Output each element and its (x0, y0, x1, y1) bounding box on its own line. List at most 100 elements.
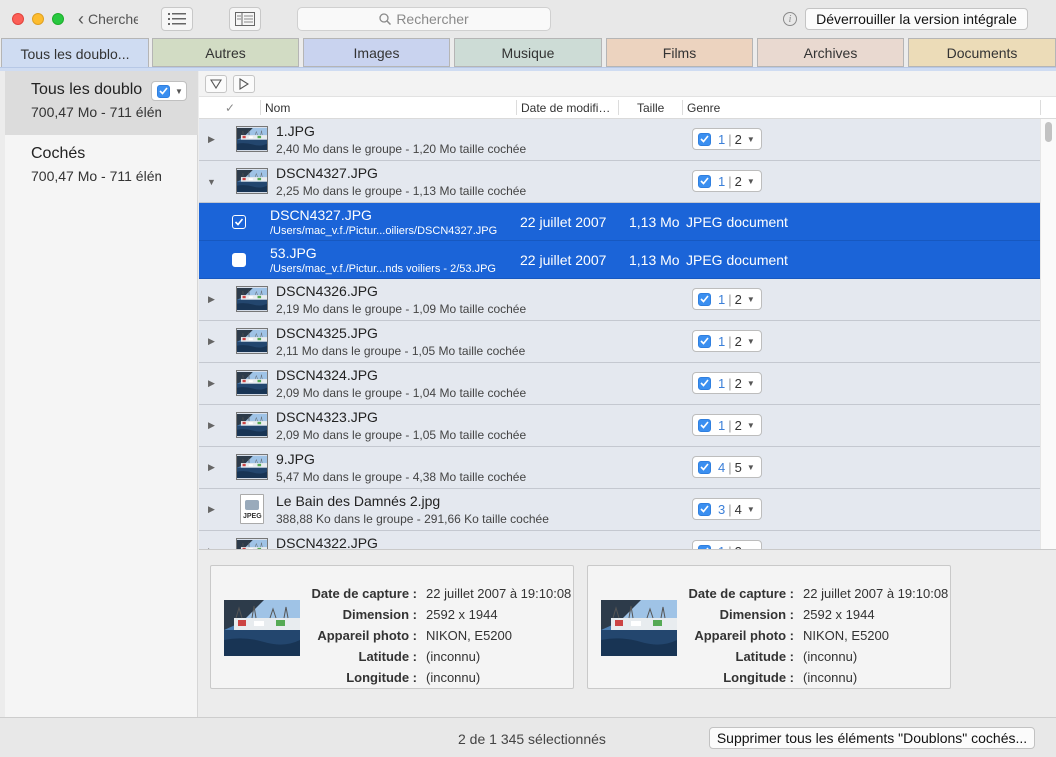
disclosure-right-icon[interactable]: ▶ (208, 420, 215, 431)
group-name: 9.JPG (276, 451, 315, 467)
tab-all-duplicates[interactable]: Tous les doublo... (1, 38, 149, 68)
disclosure-down-icon[interactable]: ▼ (207, 177, 216, 187)
jpeg-document-icon: JPEG (240, 494, 264, 524)
chevron-down-icon: ▼ (746, 134, 755, 144)
unlock-full-version-button[interactable]: Déverrouiller la version intégrale (805, 8, 1028, 30)
checkbox-icon (698, 502, 711, 516)
group-row[interactable]: ▶ JPEG Le Bain des Damnés 2.jpg 388,88 K… (199, 489, 1040, 531)
image-thumbnail (236, 370, 268, 396)
close-window-button[interactable] (12, 13, 24, 25)
group-row[interactable]: ▶ DSCN4325.JPG 2,11 Mo dans le groupe - … (199, 321, 1040, 363)
status-bar: 2 de 1 345 sélectionnés Supprimer tous l… (0, 717, 1056, 757)
column-kind[interactable]: Genre (687, 101, 720, 115)
tab-label: Tous les doublo... (20, 45, 130, 62)
checked-count: 1 (718, 417, 726, 433)
group-row[interactable]: ▶ 1.JPG 2,40 Mo dans le groupe - 1,20 Mo… (199, 119, 1040, 161)
group-check-popup[interactable]: 1|2 ▼ (692, 540, 762, 549)
disclosure-right-icon[interactable]: ▶ (208, 336, 215, 347)
group-row[interactable]: ▶ DSCN4323.JPG 2,09 Mo dans le groupe - … (199, 405, 1040, 447)
tab-archives[interactable]: Archives (757, 38, 904, 67)
search-placeholder: Rechercher (396, 11, 469, 27)
group-check-popup[interactable]: 1|2 ▼ (692, 372, 762, 394)
tab-movies[interactable]: Films (606, 38, 753, 67)
column-date[interactable]: Date de modification (521, 101, 613, 115)
group-check-popup[interactable]: 1|2 ▼ (692, 330, 762, 352)
group-check-popup[interactable]: 1|2 ▼ (692, 414, 762, 436)
file-checkbox[interactable] (232, 215, 246, 229)
checkmark-icon (234, 218, 244, 226)
checkbox-icon (698, 376, 711, 390)
camera-value: NIKON, E5200 (803, 628, 889, 643)
checkbox-icon (698, 292, 711, 306)
delete-checked-button[interactable]: Supprimer tous les éléments "Doublons" c… (709, 727, 1035, 749)
play-button[interactable] (233, 75, 255, 93)
file-row[interactable]: 53.JPG /Users/mac_v.f./Pictur...nds voil… (199, 241, 1040, 279)
chevron-down-icon: ▼ (746, 462, 755, 472)
image-thumbnail (236, 412, 268, 438)
group-row[interactable]: ▶ DSCN4326.JPG 2,19 Mo dans le groupe - … (199, 279, 1040, 321)
checkbox-icon (157, 84, 170, 98)
disclosure-right-icon[interactable]: ▶ (208, 294, 215, 305)
group-check-popup[interactable]: 1|2 ▼ (692, 288, 762, 310)
column-check[interactable]: ✓ (225, 101, 235, 115)
tab-music[interactable]: Musique (454, 38, 602, 67)
tab-documents[interactable]: Documents (908, 38, 1056, 67)
group-check-popup[interactable]: 4 | 5 ▼ (692, 456, 762, 478)
group-check-popup[interactable]: 1|2 ▼ (692, 128, 762, 150)
group-summary: 2,19 Mo dans le groupe - 1,09 Mo taille … (276, 302, 527, 316)
chevron-down-icon: ▼ (746, 420, 755, 430)
file-row[interactable]: DSCN4327.JPG /Users/mac_v.f./Pictur...oi… (199, 203, 1040, 241)
column-name[interactable]: Nom (265, 101, 290, 115)
zoom-window-button[interactable] (52, 13, 64, 25)
columns-view-button[interactable] (229, 7, 261, 31)
disclosure-right-icon[interactable]: ▶ (208, 504, 215, 515)
image-thumbnail (236, 168, 268, 194)
file-checkbox[interactable] (232, 253, 246, 267)
tab-label: Archives (803, 44, 858, 61)
file-kind: JPEG document (686, 214, 788, 230)
columns-icon (235, 12, 255, 26)
file-date: 22 juillet 2007 (520, 214, 607, 230)
chevron-down-icon: ▼ (746, 378, 755, 388)
group-row[interactable]: ▼ DSCN4327.JPG 2,25 Mo dans le groupe - … (199, 161, 1040, 203)
checkbox-icon (698, 460, 711, 474)
sidebar-item-all-duplicates[interactable]: Tous les doublons 700,47 Mo - 711 élémen… (5, 71, 198, 135)
check-all-popup[interactable]: ▼ (151, 81, 187, 101)
longitude-label: Longitude : (346, 670, 417, 685)
disclosure-right-icon[interactable]: ▶ (208, 462, 215, 473)
group-summary: 2,09 Mo dans le groupe - 1,05 Mo taille … (276, 428, 527, 442)
file-size: 1,13 Mo (629, 214, 680, 230)
minimize-window-button[interactable] (32, 13, 44, 25)
file-size: 1,13 Mo (629, 252, 680, 268)
latitude-value: (inconnu) (426, 649, 481, 664)
sidebar-item-checked[interactable]: Cochés 700,47 Mo - 711 éléments (5, 135, 198, 199)
info-icon[interactable]: i (783, 12, 797, 26)
disclosure-right-icon[interactable]: ▶ (208, 134, 215, 145)
filter-button[interactable] (205, 75, 227, 93)
longitude-label: Longitude : (723, 670, 794, 685)
vertical-scrollbar[interactable] (1040, 119, 1056, 549)
chevron-down-icon: ▼ (746, 176, 755, 186)
preview-card: Date de capture : 22 juillet 2007 à 19:1… (210, 565, 574, 689)
column-size[interactable]: Taille (637, 101, 664, 115)
group-row[interactable]: ▶ 9.JPG 5,47 Mo dans le groupe - 4,38 Mo… (199, 447, 1040, 489)
group-name: DSCN4327.JPG (276, 165, 378, 181)
group-row[interactable]: ▶ DSCN4324.JPG 2,09 Mo dans le groupe - … (199, 363, 1040, 405)
total-count: 2 (734, 291, 742, 307)
dimension-label: Dimension : (342, 607, 417, 622)
list-icon (168, 13, 186, 25)
group-check-popup[interactable]: 1|2 ▼ (692, 170, 762, 192)
chevron-down-icon: ▼ (175, 86, 183, 96)
list-view-button[interactable] (161, 7, 193, 31)
disclosure-right-icon[interactable]: ▶ (208, 378, 215, 389)
tab-others[interactable]: Autres (152, 38, 299, 67)
checked-count: 1 (718, 173, 726, 189)
search-field[interactable]: Rechercher (297, 7, 551, 31)
back-button[interactable]: ‹ Chercher (78, 10, 138, 28)
tab-images[interactable]: Images (303, 38, 450, 67)
group-check-popup[interactable]: 3 | 4 ▼ (692, 498, 762, 520)
scrollbar-thumb[interactable] (1045, 122, 1052, 142)
total-count: 2 (734, 417, 742, 433)
group-row[interactable]: ▶ DSCN4322.JPG 1|2 ▼ (199, 531, 1040, 549)
sidebar-item-subtitle: 700,47 Mo - 711 éléments (31, 168, 161, 184)
